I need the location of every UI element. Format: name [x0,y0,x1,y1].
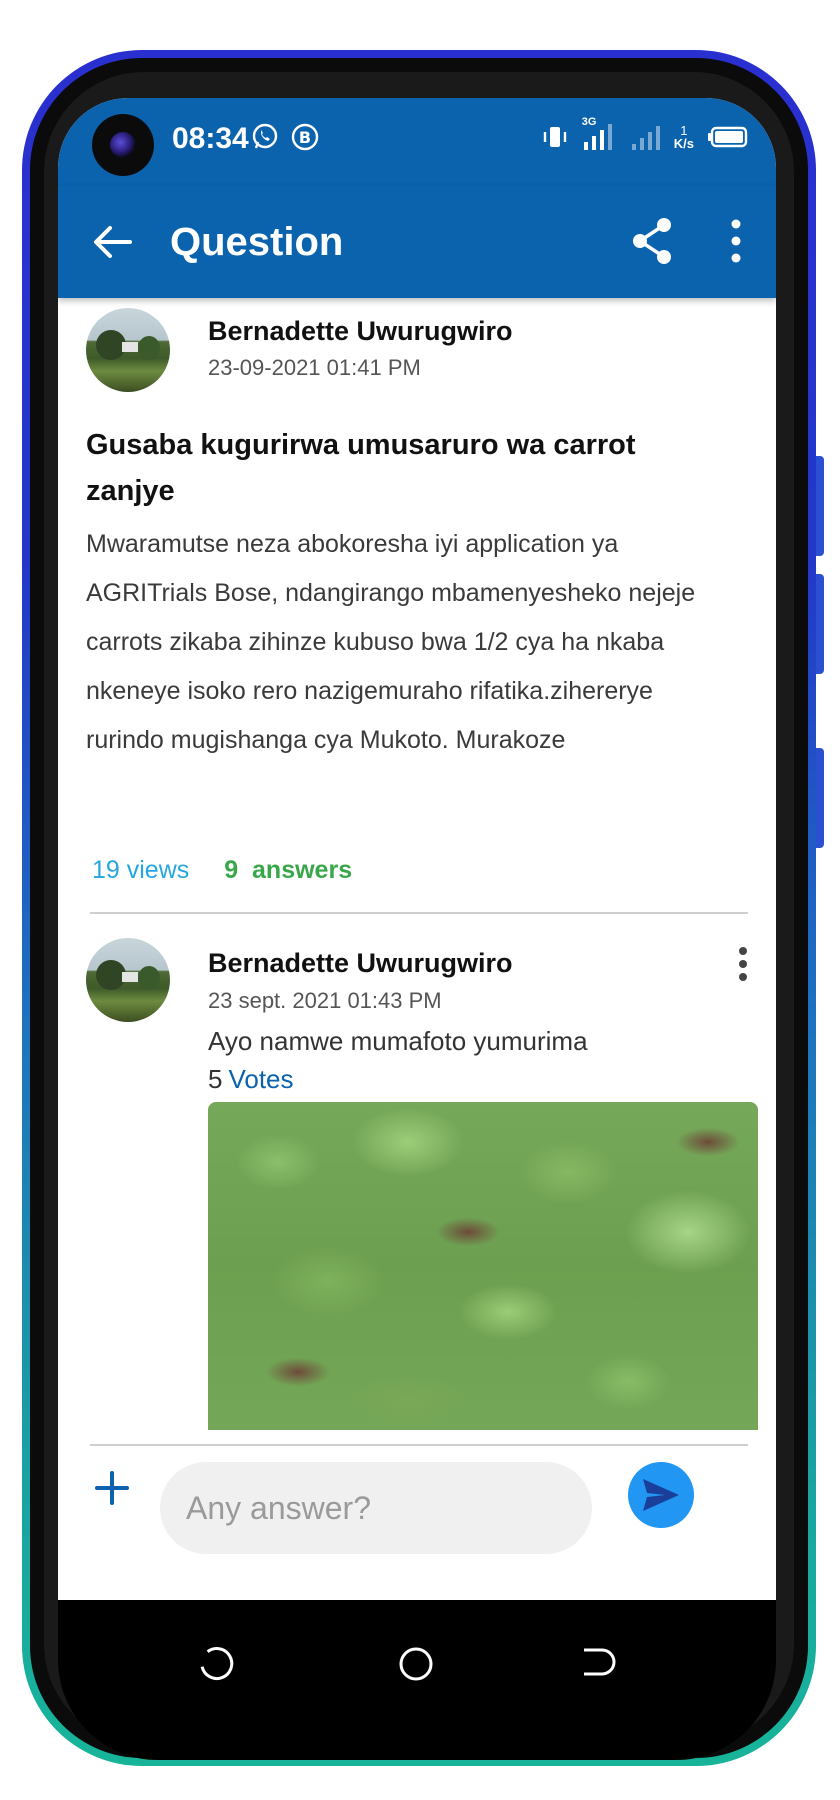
answer-votes: 5 Votes [208,1064,294,1095]
network-speed-unit: K/s [673,136,694,151]
volume-up-button [816,456,824,556]
system-nav-bar [58,1600,776,1760]
signal-strength-weak-icon [631,126,660,150]
whatsapp-icon [252,123,278,149]
battery-icon [708,126,748,148]
question-title: Gusaba kugurirwa umusaruro wa carrot zan… [86,429,636,507]
question-date: 23-09-2021 01:41 PM [208,355,421,380]
votes-count: 5 [208,1064,223,1094]
status-indicators: 3G 1 K/s [542,116,748,152]
answers-number: 9 [224,856,239,884]
share-icon[interactable] [630,216,674,266]
divider [90,912,748,914]
avatar[interactable] [86,308,170,392]
power-button [816,748,824,848]
answers-label: answers [252,856,353,884]
send-icon [643,1479,679,1511]
answers-count: 9 answers [224,856,352,884]
network-speed: 1 K/s [674,124,694,150]
answer-input[interactable] [160,1462,592,1554]
answer-author[interactable]: Bernadette Uwurugwiro [208,948,513,979]
vibrate-icon [543,127,566,147]
question-author[interactable]: Bernadette Uwurugwiro [208,316,513,347]
app-bar: Question [58,186,776,298]
status-bar: 08:34 B 3G 1 K/s [58,98,776,186]
signal-strength-icon [583,124,612,150]
answer-more-options-icon[interactable] [738,946,748,982]
svg-text:B: B [299,128,311,147]
back-arrow-icon[interactable] [90,220,134,264]
home-icon[interactable] [396,1644,436,1684]
composer-divider [90,1444,748,1446]
front-camera [92,114,154,176]
votes-link[interactable]: Votes [228,1064,293,1094]
recents-icon[interactable] [198,1644,238,1684]
answer-avatar[interactable] [86,938,170,1022]
app-screen: 08:34 B 3G 1 K/s Question Bernadette Uwu… [58,98,776,1600]
send-button[interactable] [628,1462,694,1528]
signal-3g: 3G [582,116,616,152]
status-time: 08:34 [172,122,249,155]
more-options-icon[interactable] [730,218,742,264]
b-notification-icon: B [291,123,319,151]
page-title: Question [170,220,344,264]
add-attachment-icon[interactable] [94,1470,130,1506]
question-stats: 19 views 9 answers [92,856,352,885]
answer-text: Ayo namwe mumafoto yumurima [208,1026,588,1056]
volume-down-button [816,574,824,674]
answer-date: 23 sept. 2021 01:43 PM [208,988,442,1013]
views-count: 19 views [92,856,190,884]
back-nav-icon[interactable] [576,1644,616,1684]
answer-photo[interactable] [208,1102,758,1430]
question-body: Mwaramutse neza abokoresha iyi applicati… [86,530,696,754]
